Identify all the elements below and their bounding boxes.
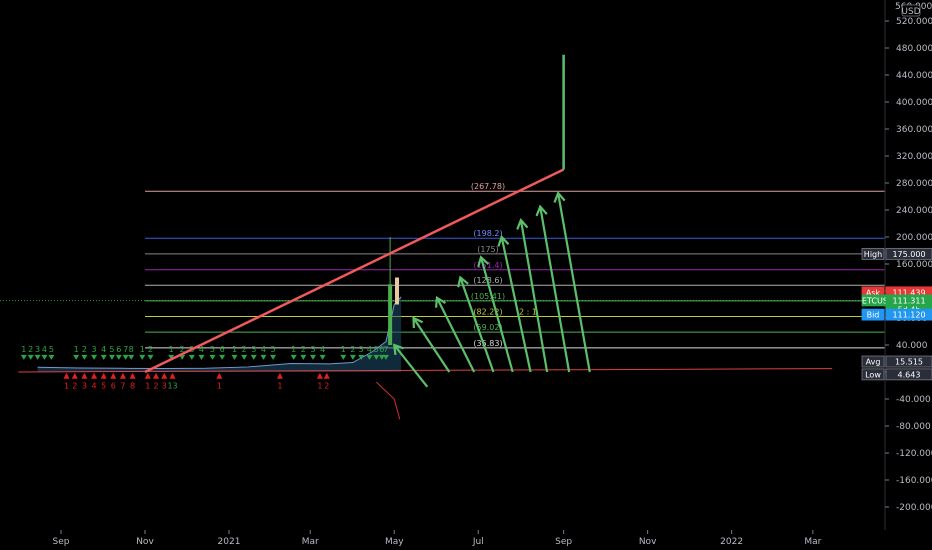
price-tag-value: 15.515 [895, 358, 923, 367]
td-sell-count: 2 [72, 382, 77, 391]
td-sell-count: 1 [145, 382, 150, 391]
td-buy-count: 2 [28, 345, 33, 354]
td-sell-count: 1 [217, 382, 222, 391]
td-sell-count: 4 [92, 382, 97, 391]
x-tick-label: Nov [136, 537, 154, 547]
x-tick-label: Sep [555, 537, 572, 547]
y-tick-label: 480.000 [896, 44, 932, 54]
td-buy-count: 2 [148, 345, 153, 354]
td-buy-count: 3 [35, 345, 40, 354]
y-tick-label: -40.000 [896, 395, 931, 405]
x-tick-label: May [385, 537, 404, 547]
td-buy-count: 3 [310, 345, 315, 354]
td-buy-count: 8 [129, 345, 134, 354]
y-tick-label: 40.000 [896, 341, 928, 351]
x-tick-label: 2021 [218, 537, 241, 547]
td-buy-count: 4 [261, 345, 266, 354]
price-tag-label: High [864, 250, 882, 259]
fib-level-label: (82.22) [473, 308, 502, 317]
y-tick-label: -160.000 [896, 476, 932, 486]
td-buy-count: 1 [341, 345, 346, 354]
td-buy-count: 7 [123, 345, 128, 354]
td-sell-count: 2 [153, 382, 158, 391]
td-buy-count: 1 [140, 345, 145, 354]
td-sell-count: 8 [130, 382, 135, 391]
price-tag-value: 4.643 [898, 370, 921, 379]
td-buy-count: 6 [220, 345, 225, 354]
y-tick-label: 160.000 [896, 260, 932, 270]
td-buy-count: 6 [116, 345, 121, 354]
x-tick-label: Mar [804, 537, 821, 547]
y-tick-label: -120.000 [896, 449, 932, 459]
td-sell-count: 3 [162, 382, 167, 391]
td-buy-count: 3 [92, 345, 97, 354]
td-buy-count: 1 [21, 345, 26, 354]
td-buy-count: 5 [271, 345, 276, 354]
fib-level-label: (35.83) [473, 339, 502, 348]
fib-level-label: (267.78) [471, 182, 505, 191]
td-sell-count: 13 [167, 382, 177, 391]
price-chart[interactable]: (267.78)(198.2)(175)(151.4)(128.6)(105.4… [0, 0, 932, 550]
td-buy-count: 4 [42, 345, 47, 354]
td-buy-count: 1 [74, 345, 79, 354]
price-tag-value: 175.000 [892, 250, 925, 259]
td-buy-count: 5 [49, 345, 54, 354]
fib-level-label: (175) [477, 245, 499, 254]
td-buy-count: 2 [242, 345, 247, 354]
y-tick-label: 360.000 [896, 125, 932, 135]
td-sell-count: 5 [101, 382, 106, 391]
y-tick-label: 520.000 [896, 17, 932, 27]
td-buy-count: 2 [82, 345, 87, 354]
x-tick-label: Jul [472, 537, 484, 547]
td-sell-count: 1 [317, 382, 322, 391]
td-buy-count: 5 [109, 345, 114, 354]
td-sell-count: 2 [324, 382, 329, 391]
td-buy-count: 4 [320, 345, 325, 354]
candle [388, 284, 393, 345]
td-buy-count: 2 [301, 345, 306, 354]
td-sell-count: 6 [111, 382, 116, 391]
price-tag-label: Avg [866, 358, 881, 367]
x-tick-label: Sep [53, 537, 70, 547]
td-buy-count: 3 [251, 345, 256, 354]
td-buy-count: 5 [210, 345, 215, 354]
y-tick-label: 440.000 [896, 71, 932, 81]
y-tick-label: 240.000 [896, 206, 932, 216]
price-tag-value: 111.120 [892, 311, 925, 320]
td-buy-count: 4 [101, 345, 106, 354]
currency-label: USD [901, 7, 920, 17]
td-sell-count: 7 [120, 382, 125, 391]
td-buy-count: 2 [350, 345, 355, 354]
ratio-annotation: 2 : 1 [519, 308, 537, 317]
y-tick-label: 400.000 [896, 98, 932, 108]
td-sell-count: 3 [82, 382, 87, 391]
x-tick-label: Nov [639, 537, 657, 547]
fib-level-label: (105.41) [471, 292, 505, 301]
x-tick-label: 2022 [720, 537, 743, 547]
price-tag-label: Bid [867, 311, 880, 320]
x-tick-label: Mar [302, 537, 319, 547]
y-tick-label: -80.000 [896, 422, 931, 432]
td-buy-count: 1 [232, 345, 237, 354]
td-buy-count: 3 [359, 345, 364, 354]
y-tick-label: -200.000 [896, 503, 932, 513]
fib-level-label: (198.2) [473, 229, 502, 238]
td-buy-count: 1 [169, 345, 174, 354]
price-tag-value: 111.311 [892, 296, 925, 305]
td-buy-count: 7 [383, 345, 388, 354]
candle [395, 277, 399, 305]
td-sell-count: 1 [64, 382, 69, 391]
y-tick-label: 320.000 [896, 152, 932, 162]
price-tag-label: Low [865, 370, 881, 379]
y-tick-label: 200.000 [896, 233, 932, 243]
td-buy-count: 1 [291, 345, 296, 354]
td-sell-count: 1 [277, 382, 282, 391]
td-buy-count: 5 [374, 345, 379, 354]
td-buy-count: 4 [367, 345, 372, 354]
y-tick-label: 280.000 [896, 179, 932, 189]
chart-background [0, 0, 932, 550]
